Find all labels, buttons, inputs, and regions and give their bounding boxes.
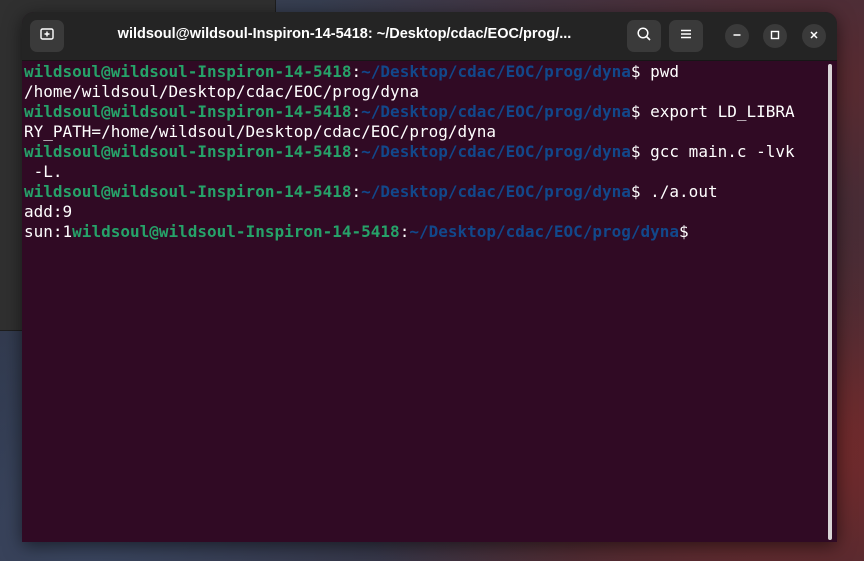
terminal-window[interactable]: wildsoul@wildsoul-Inspiron-14-5418: ~/De… <box>22 12 837 542</box>
prompt-colon: : <box>399 222 410 241</box>
prompt-path: ~/Desktop/cdac/EOC/prog/dyna <box>361 62 631 81</box>
prompt-path: ~/Desktop/cdac/EOC/prog/dyna <box>409 222 680 241</box>
prompt-user-host: wildsoul@wildsoul-Inspiron-14-5418 <box>24 102 352 121</box>
command-text: ./a.out <box>640 182 718 201</box>
prompt-user-host: wildsoul@wildsoul-Inspiron-14-5418 <box>24 62 352 81</box>
prompt-colon: : <box>351 62 362 81</box>
prompt-line: wildsoul@wildsoul-Inspiron-14-5418:~/Des… <box>24 102 837 122</box>
maximize-button[interactable] <box>763 24 787 48</box>
command-text: export LD_LIBRA <box>640 102 795 121</box>
terminal-output[interactable]: wildsoul@wildsoul-Inspiron-14-5418:~/Des… <box>22 61 837 542</box>
minimize-button[interactable] <box>725 24 749 48</box>
prompt-path: ~/Desktop/cdac/EOC/prog/dyna <box>361 142 631 161</box>
prompt-path: ~/Desktop/cdac/EOC/prog/dyna <box>361 182 631 201</box>
close-button[interactable] <box>802 24 826 48</box>
hamburger-menu-icon <box>679 27 693 46</box>
search-button[interactable] <box>627 20 661 52</box>
prompt-colon: : <box>351 142 362 161</box>
prompt-user-host: wildsoul@wildsoul-Inspiron-14-5418 <box>24 142 352 161</box>
prompt-line: wildsoul@wildsoul-Inspiron-14-5418:~/Des… <box>24 62 837 82</box>
output-prefix: sun:1 <box>24 222 73 241</box>
prompt-user-host: wildsoul@wildsoul-Inspiron-14-5418 <box>24 182 352 201</box>
new-tab-button[interactable] <box>30 20 64 52</box>
prompt-colon: : <box>351 102 362 121</box>
prompt-colon: : <box>351 182 362 201</box>
output-line: add:9 <box>24 202 73 221</box>
search-icon <box>636 26 652 47</box>
prompt-path: ~/Desktop/cdac/EOC/prog/dyna <box>361 102 631 121</box>
prompt-line: wildsoul@wildsoul-Inspiron-14-5418:~/Des… <box>24 182 837 202</box>
output-line: -L. <box>24 162 63 181</box>
prompt-user-host: wildsoul@wildsoul-Inspiron-14-5418 <box>72 222 400 241</box>
prompt-symbol: $ <box>630 182 641 201</box>
close-icon <box>809 27 819 45</box>
new-tab-icon <box>39 26 55 47</box>
maximize-icon <box>770 27 780 45</box>
window-title: wildsoul@wildsoul-Inspiron-14-5418: ~/De… <box>117 26 572 42</box>
terminal-headerbar[interactable]: wildsoul@wildsoul-Inspiron-14-5418: ~/De… <box>22 12 837 61</box>
prompt-line: wildsoul@wildsoul-Inspiron-14-5418:~/Des… <box>24 142 837 162</box>
output-line: /home/wildsoul/Desktop/cdac/EOC/prog/dyn… <box>24 82 419 101</box>
prompt-symbol: $ <box>630 102 641 121</box>
prompt-symbol: $ <box>630 142 641 161</box>
terminal-scrollbar[interactable] <box>828 64 832 540</box>
minimize-icon <box>732 27 742 45</box>
prompt-symbol: $ <box>630 62 641 81</box>
menu-button[interactable] <box>669 20 703 52</box>
output-line: RY_PATH=/home/wildsoul/Desktop/cdac/EOC/… <box>24 122 497 141</box>
command-text: pwd <box>640 62 680 81</box>
command-text: gcc main.c -lvk <box>640 142 795 161</box>
prompt-line-current: sun:1wildsoul@wildsoul-Inspiron-14-5418:… <box>24 222 837 242</box>
prompt-symbol: $ <box>679 222 689 241</box>
